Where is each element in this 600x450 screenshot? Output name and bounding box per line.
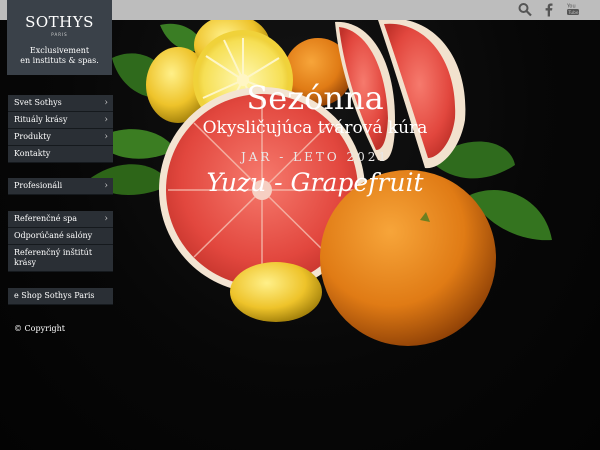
menu-item-label: Rituály krásy [14,115,68,124]
youtube-icon[interactable]: You Tube [566,2,580,17]
brand-logo-box[interactable]: SOTHYS PARIS Exclusivement en instituts … [7,0,112,75]
menu-item-label: Profesionáli [14,181,63,190]
menu-item-referencny-institut[interactable]: Referenčný inštitút krásy [8,245,113,272]
menu-item-produkty[interactable]: Produkty › [8,129,113,146]
copyright-link[interactable]: © Copyright [14,324,65,333]
menu-item-label: Referenčné spa [14,214,78,223]
menu-item-label: Kontakty [14,149,51,158]
search-icon[interactable] [518,2,532,17]
spa-menu: Referenčné spa › Odporúčané salóny Refer… [8,211,113,272]
hero-subtitle: Okysličujúca tvárová kúra [202,118,428,138]
tagline-line1: Exclusivement [29,46,90,55]
menu-item-odporucane-salony[interactable]: Odporúčané salóny [8,228,113,245]
chevron-right-icon: › [104,181,108,191]
svg-text:You: You [566,4,576,10]
svg-text:Tube: Tube [567,10,578,16]
chevron-right-icon: › [104,98,108,108]
menu-item-label: e Shop Sothys Paris [14,291,95,300]
hero-product[interactable]: Yuzu - Grapefruit [150,168,480,197]
facebook-icon[interactable] [542,2,556,17]
brand-tagline: Exclusivement en instituts & spas. [7,46,112,66]
eshop-menu: e Shop Sothys Paris [8,288,113,305]
menu-item-referencne-spa[interactable]: Referenčné spa › [8,211,113,228]
menu-item-profesionali[interactable]: Profesionáli › [8,178,113,195]
menu-item-label: Svet Sothys [14,98,62,107]
chevron-right-icon: › [104,132,108,142]
menu-item-ritualy-krasy[interactable]: Rituály krásy › [8,112,113,129]
hero-headline: Sezónna Okysličujúca tvárová kúra JAR - … [150,80,480,197]
social-icons: You Tube [518,2,580,17]
menu-item-kontakty[interactable]: Kontakty [8,146,113,163]
menu-item-label: Produkty [14,132,51,141]
chevron-right-icon: › [104,115,108,125]
main-menu: Svet Sothys › Rituály krásy › Produkty ›… [8,95,113,163]
menu-item-svet-sothys[interactable]: Svet Sothys › [8,95,113,112]
menu-item-label: Referenčný inštitút krásy [14,248,93,267]
menu-item-label: Odporúčané salóny [14,231,93,240]
menu-item-eshop[interactable]: e Shop Sothys Paris [8,288,113,305]
tagline-line2: en instituts & spas. [20,56,99,65]
brand-logo-sub: PARIS [51,32,68,37]
chevron-right-icon: › [104,214,108,224]
brand-logo: SOTHYS [25,13,94,31]
hero-season: JAR - LETO 2021 [240,150,390,164]
professional-menu: Profesionáli › [8,178,113,195]
hero-title: Sezónna [246,79,384,117]
